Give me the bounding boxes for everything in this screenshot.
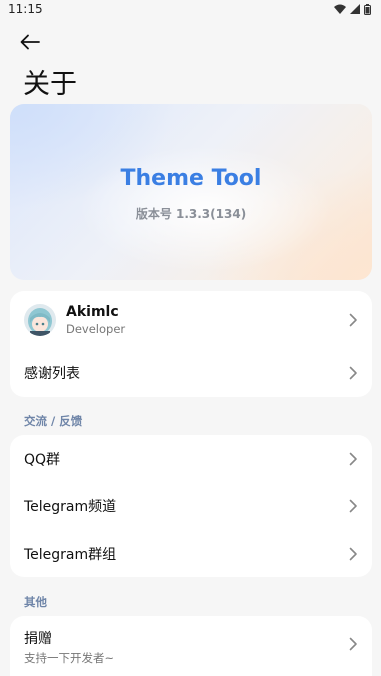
app-version: 版本号 1.3.3(134)	[135, 207, 247, 221]
app-banner: Theme Tool 版本号 1.3.3(134)	[10, 104, 372, 280]
chevron-right-icon	[349, 637, 357, 651]
telegram-channel-label: Telegram频道	[24, 499, 117, 515]
developer-role: Developer	[66, 322, 126, 336]
telegram-channel-row[interactable]: Telegram频道	[10, 482, 372, 530]
chevron-right-icon	[349, 547, 357, 560]
other-card: 捐赠 支持一下开发者~	[10, 616, 372, 676]
donate-label: 捐赠	[24, 631, 52, 647]
status-bar: 11:15	[0, 0, 381, 18]
developer-avatar-icon	[24, 304, 56, 336]
feedback-card: QQ群 Telegram频道 Telegram群组	[10, 435, 372, 577]
status-time: 11:15	[8, 2, 43, 16]
developer-card: Akimlc Developer 感谢列表	[10, 291, 372, 397]
donate-subtitle: 支持一下开发者~	[24, 651, 115, 665]
status-icons	[334, 3, 371, 15]
page-title: 关于	[23, 69, 77, 100]
section-header-other: 其他	[24, 595, 47, 609]
donate-row[interactable]: 捐赠 支持一下开发者~	[10, 616, 372, 676]
qq-group-row[interactable]: QQ群	[10, 435, 372, 482]
wifi-icon	[334, 4, 346, 14]
battery-icon	[364, 3, 371, 15]
qq-group-label: QQ群	[24, 451, 61, 468]
section-header-feedback: 交流 / 反馈	[24, 414, 83, 428]
thanks-list-label: 感谢列表	[24, 366, 80, 382]
developer-row[interactable]: Akimlc Developer	[10, 291, 372, 349]
telegram-group-label: Telegram群组	[24, 546, 117, 563]
arrow-left-icon	[20, 34, 40, 50]
thanks-list-row[interactable]: 感谢列表	[10, 349, 372, 397]
app-name: Theme Tool	[120, 166, 262, 191]
chevron-right-icon	[349, 452, 357, 465]
telegram-group-row[interactable]: Telegram群组	[10, 530, 372, 577]
chevron-right-icon	[349, 366, 357, 380]
signal-icon	[350, 4, 360, 14]
back-button[interactable]	[14, 28, 46, 56]
avatar	[24, 304, 56, 336]
developer-name: Akimlc	[66, 304, 119, 320]
chevron-right-icon	[349, 499, 357, 513]
chevron-right-icon	[349, 313, 357, 327]
